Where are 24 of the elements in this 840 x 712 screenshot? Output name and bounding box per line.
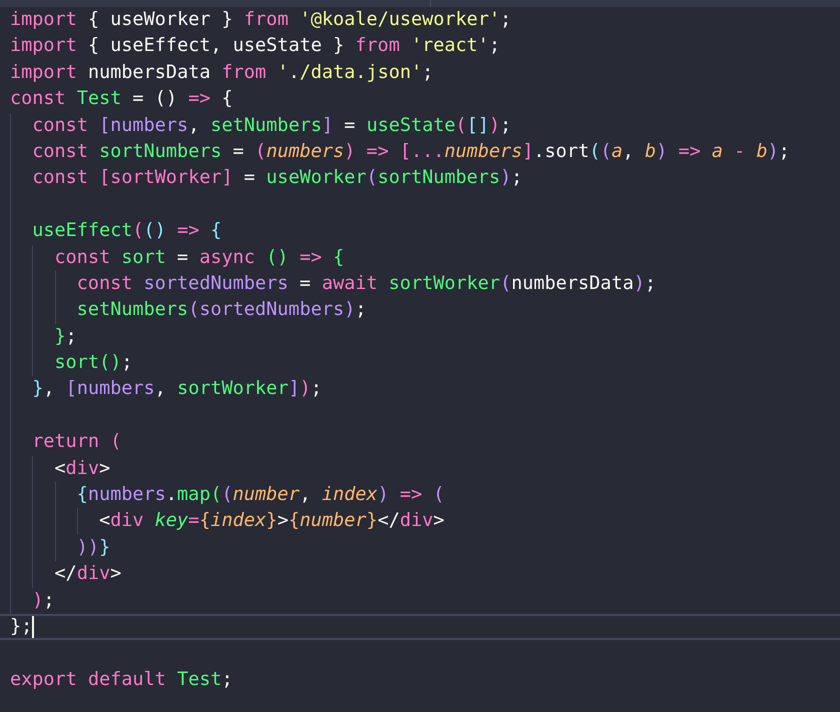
code-line: return ( xyxy=(32,430,122,454)
code-line: <div> xyxy=(54,456,110,481)
code-line: import { useEffect, useState } from 'react'; xyxy=(10,34,500,58)
code-line: const sortedNumbers = await sortWorker(numbersData); xyxy=(76,272,656,296)
code-line: </div> xyxy=(54,562,122,586)
code-line: }; xyxy=(54,324,77,349)
code-line: const Test = () => { xyxy=(10,87,233,112)
code-line: const sort = async () => { xyxy=(54,246,344,270)
code-line: const [numbers, setNumbers] = useState([]); xyxy=(32,114,512,138)
code-line: setNumbers(sortedNumbers); xyxy=(76,298,366,322)
code-line: export default Test; xyxy=(10,668,233,692)
code-line: }; xyxy=(10,616,32,638)
code-line: }, [numbers, sortWorker]); xyxy=(32,377,322,402)
code-line: sort(); xyxy=(54,351,132,376)
code-line: const [sortWorker] = useWorker(sortNumbers); xyxy=(32,166,522,190)
code-line: ); xyxy=(32,588,55,613)
code-line: ))} xyxy=(76,536,110,560)
code-line: const sortNumbers = (numbers) => [...numbers].sort((a, b) => a - b); xyxy=(32,140,790,164)
code-line: <div key={index}>{number}</div> xyxy=(99,509,444,534)
text-cursor xyxy=(32,616,34,638)
code-line: useEffect(() => { xyxy=(32,219,222,244)
code-line: import numbersData from './data.json'; xyxy=(10,60,434,85)
code-line: import { useWorker } from '@koale/useworker'; xyxy=(10,8,512,32)
code-line: {numbers.map((number, index) => ( xyxy=(76,483,444,508)
